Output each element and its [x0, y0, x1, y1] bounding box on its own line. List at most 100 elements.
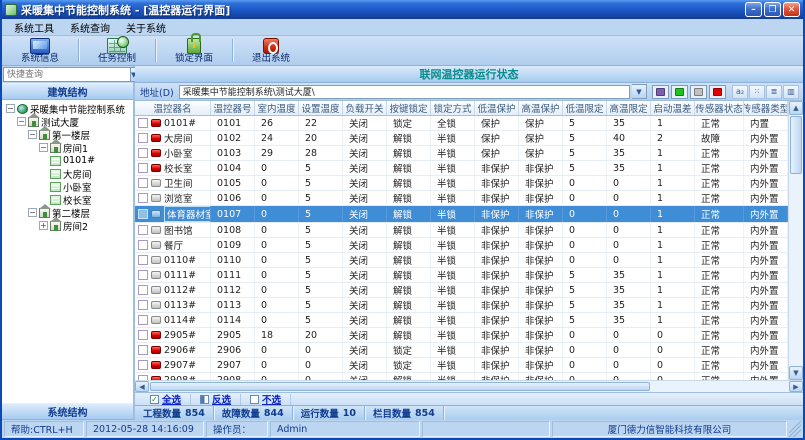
legend-color-button[interactable] — [690, 85, 707, 99]
system-info-button[interactable]: 系统信息 — [4, 36, 76, 65]
scroll-down-icon[interactable]: ▼ — [789, 366, 803, 380]
row-checkbox[interactable] — [138, 255, 148, 265]
table-row[interactable]: 0112#011205关闭解锁半锁非保护非保护5351正常内外置 — [135, 283, 788, 298]
column-header[interactable]: 室内温度 — [255, 101, 299, 115]
table-row[interactable]: 校长室010405关闭解锁半锁非保护非保护5351正常内外置 — [135, 161, 788, 176]
tree-item[interactable]: 大房间 — [4, 167, 133, 180]
sidebar-footer-tab[interactable]: 系统结构 — [2, 403, 133, 420]
table-row[interactable]: 0114#011405关闭解锁半锁非保护非保护5351正常内外置 — [135, 313, 788, 328]
expand-icon[interactable]: + — [39, 221, 48, 230]
row-checkbox[interactable] — [138, 193, 148, 203]
collapse-icon[interactable]: − — [28, 130, 37, 139]
horizontal-scroll-thumb[interactable] — [150, 382, 650, 391]
legend-color-button[interactable] — [671, 85, 688, 99]
menu-system-query[interactable]: 系统查询 — [62, 19, 118, 36]
tree-item[interactable]: +房间2 — [4, 219, 133, 232]
row-checkbox[interactable] — [138, 178, 148, 188]
table-row[interactable]: 大房间01022420关闭解锁半锁保护保护5402故障内外置 — [135, 131, 788, 146]
tree-item[interactable]: −第二楼层 — [4, 206, 133, 219]
column-header[interactable]: 传感器状态 — [695, 101, 744, 115]
view-option-button[interactable]: ≣ — [766, 85, 782, 99]
view-option-button[interactable]: ⁙ — [749, 85, 765, 99]
row-checkbox[interactable] — [138, 133, 148, 143]
table-row[interactable]: 2907#290700关闭锁定半锁非保护非保护000正常内外置 — [135, 358, 788, 373]
legend-color-button[interactable] — [652, 85, 669, 99]
minimize-button[interactable]: – — [745, 2, 762, 17]
row-checkbox[interactable] — [138, 148, 148, 158]
close-button[interactable]: ✕ — [783, 2, 800, 17]
invert-selection-button[interactable]: 反选 — [191, 394, 241, 405]
row-checkbox[interactable] — [138, 240, 148, 250]
column-header[interactable]: 低温限定 — [563, 101, 607, 115]
tree-item[interactable]: 0101# — [4, 154, 133, 167]
table-row[interactable]: 浏览室010605关闭解锁半锁非保护非保护001正常内外置 — [135, 191, 788, 206]
exit-system-button[interactable]: 退出系统 — [235, 36, 307, 65]
table-row[interactable]: 小卧室01032928关闭解锁半锁保护保护5351正常内外置 — [135, 146, 788, 161]
tree-item[interactable]: −第一楼层 — [4, 128, 133, 141]
column-header[interactable]: 启动温差 — [651, 101, 695, 115]
collapse-icon[interactable]: − — [28, 208, 37, 217]
row-checkbox[interactable] — [138, 118, 148, 128]
collapse-icon[interactable]: − — [39, 143, 48, 152]
tree-item[interactable]: −采暖集中节能控制系统 — [4, 102, 133, 115]
tree-item[interactable]: −测试大厦 — [4, 115, 133, 128]
row-checkbox[interactable] — [138, 285, 148, 295]
column-header[interactable]: 负载开关 — [343, 101, 387, 115]
row-checkbox[interactable] — [138, 360, 148, 370]
toolbar-separator — [155, 39, 156, 62]
column-header[interactable]: 高温限定 — [607, 101, 651, 115]
tree-item[interactable]: 校长室 — [4, 193, 133, 206]
table-row[interactable]: 0110#011005关闭解锁半锁非保护非保护001正常内外置 — [135, 253, 788, 268]
scroll-left-icon[interactable]: ◀ — [135, 381, 149, 392]
collapse-icon[interactable]: − — [6, 104, 15, 113]
task-control-button[interactable]: 任务控制 — [81, 36, 153, 65]
column-header[interactable]: 按键锁定 — [387, 101, 431, 115]
row-checkbox[interactable] — [138, 345, 148, 355]
column-header[interactable]: 传感器类型 — [744, 101, 788, 115]
column-header[interactable]: 高温保护 — [519, 101, 563, 115]
table-cell: 关闭 — [343, 206, 387, 222]
vertical-scrollbar[interactable]: ▲ ▼ — [788, 101, 803, 380]
column-header[interactable]: 温控器号 — [211, 101, 255, 115]
table-row[interactable]: 2905#29051820关闭解锁半锁非保护非保护000正常内外置 — [135, 328, 788, 343]
select-none-button[interactable]: ✓ 不选 — [241, 394, 291, 405]
address-input[interactable] — [179, 85, 630, 99]
row-checkbox[interactable] — [138, 163, 148, 173]
resize-grip[interactable] — [789, 421, 801, 437]
table-row[interactable]: 2906#290600关闭锁定半锁非保护非保护000正常内外置 — [135, 343, 788, 358]
column-header[interactable]: 低温保护 — [475, 101, 519, 115]
quick-query-input[interactable] — [3, 67, 131, 82]
row-checkbox[interactable] — [138, 225, 148, 235]
chevron-down-icon[interactable]: ▼ — [632, 84, 647, 99]
horizontal-scrollbar[interactable]: ◀ ▶ — [135, 380, 803, 392]
view-option-button[interactable]: ▥ — [783, 85, 799, 99]
vertical-scroll-thumb[interactable] — [790, 116, 802, 174]
scroll-up-icon[interactable]: ▲ — [789, 101, 803, 115]
scroll-right-icon[interactable]: ▶ — [789, 381, 803, 392]
collapse-icon[interactable]: − — [17, 117, 26, 126]
row-checkbox[interactable] — [138, 330, 148, 340]
row-checkbox[interactable] — [138, 209, 148, 219]
column-header[interactable]: 设置温度 — [299, 101, 343, 115]
view-option-button[interactable]: a₂ — [732, 85, 748, 99]
lock-screen-button[interactable]: 锁定界面 — [158, 36, 230, 65]
row-checkbox[interactable] — [138, 300, 148, 310]
table-row[interactable]: 餐厅010905关闭解锁半锁非保护非保护001正常内外置 — [135, 238, 788, 253]
tree-item[interactable]: −房间1 — [4, 141, 133, 154]
table-row[interactable]: 图书馆010805关闭解锁半锁非保护非保护001正常内外置 — [135, 223, 788, 238]
table-row[interactable]: 体育器材室010705关闭解锁半锁非保护非保护001正常内外置 — [135, 206, 788, 223]
table-row[interactable]: 0101#01012622关闭锁定全锁保护保护5351正常内置 — [135, 116, 788, 131]
restore-button[interactable]: ❐ — [764, 2, 781, 17]
table-row[interactable]: 0113#011305关闭解锁半锁非保护非保护5351正常内外置 — [135, 298, 788, 313]
table-row[interactable]: 0111#011105关闭解锁半锁非保护非保护5351正常内外置 — [135, 268, 788, 283]
table-row[interactable]: 卫生间010505关闭解锁半锁非保护非保护001正常内外置 — [135, 176, 788, 191]
column-header[interactable]: 温控器名 — [135, 101, 211, 115]
row-checkbox[interactable] — [138, 315, 148, 325]
menu-about-system[interactable]: 关于系统 — [118, 19, 174, 36]
column-header[interactable]: 锁定方式 — [431, 101, 475, 115]
tree-item[interactable]: 小卧室 — [4, 180, 133, 193]
select-all-button[interactable]: ✓ 全选 — [141, 394, 191, 405]
menu-system-tools[interactable]: 系统工具 — [6, 19, 62, 36]
row-checkbox[interactable] — [138, 270, 148, 280]
legend-color-button[interactable] — [709, 85, 726, 99]
